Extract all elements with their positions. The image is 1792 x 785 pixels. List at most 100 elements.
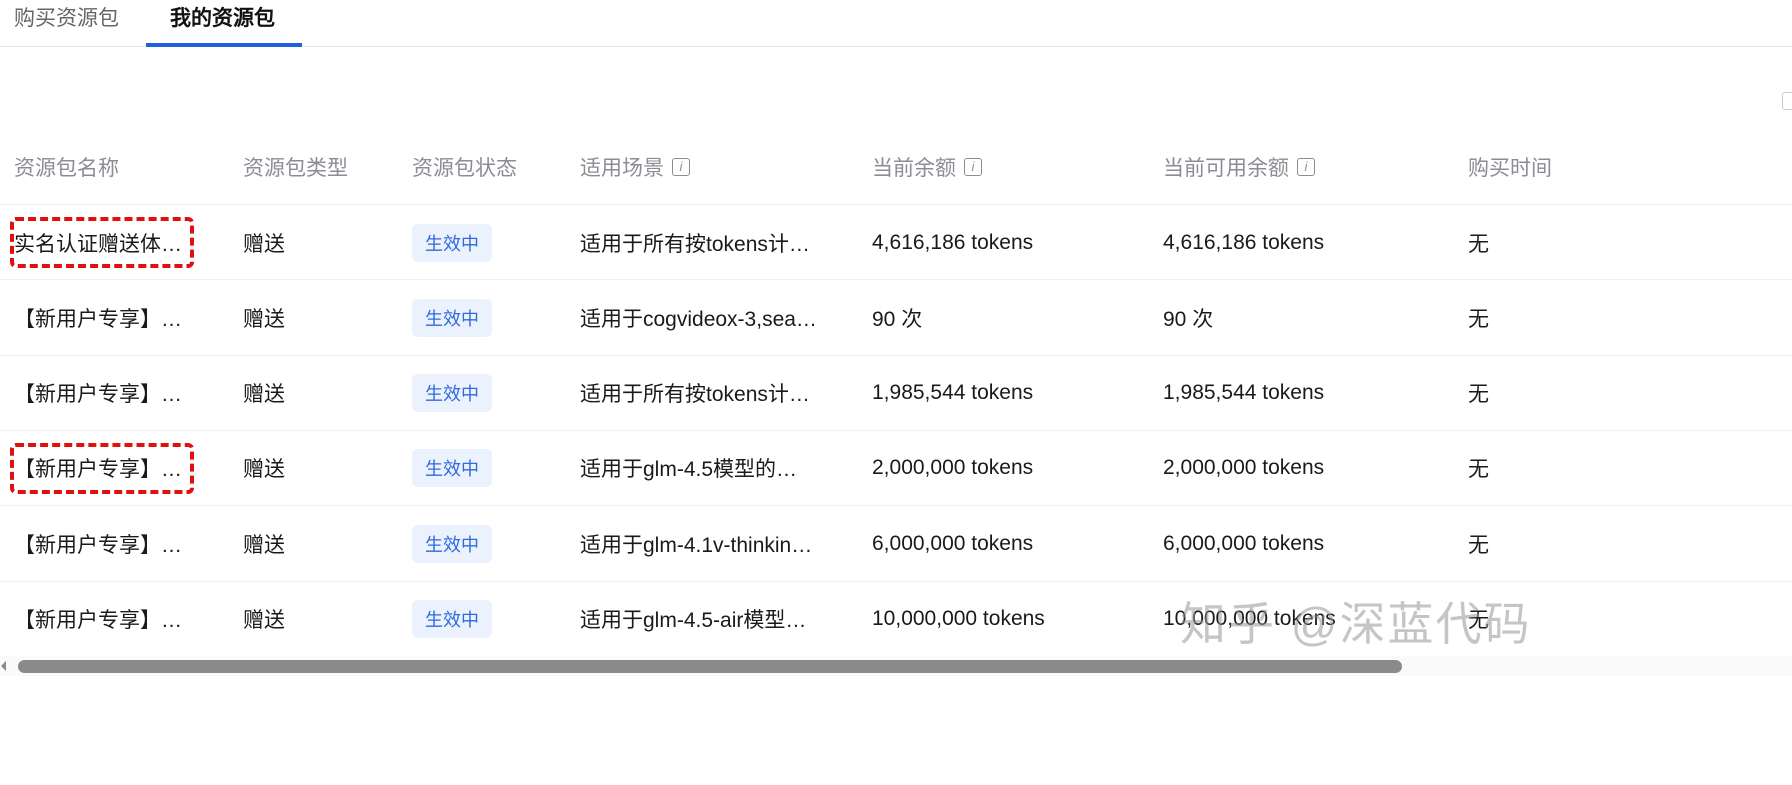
tab-my-packages[interactable]: 我的资源包	[170, 2, 275, 32]
cell-available: 2,000,000 tokens	[1163, 431, 1443, 506]
cell-time: 无	[1468, 506, 1568, 581]
scene-text: 适用于cogvideox-3,sea…	[580, 307, 817, 331]
status-badge: 生效中	[412, 223, 492, 262]
balance-text: 4,616,186 tokens	[872, 230, 1034, 254]
cell-scene: 适用于glm-4.5-air模型…	[580, 582, 850, 657]
info-icon[interactable]: i	[1297, 158, 1315, 176]
tab-buy-packages[interactable]: 购买资源包	[14, 2, 119, 32]
time-text: 无	[1468, 383, 1489, 407]
scene-text: 适用于所有按tokens计…	[580, 232, 810, 256]
type-text: 赠送	[243, 232, 285, 256]
balance-text: 6,000,000 tokens	[872, 531, 1034, 555]
cell-scene: 适用于所有按tokens计…	[580, 205, 850, 280]
cell-type: 赠送	[243, 356, 393, 431]
time-text: 无	[1468, 307, 1489, 331]
scene-text: 适用于所有按tokens计…	[580, 383, 810, 407]
table-row[interactable]: 【新用户专享】… 赠送 生效中 适用于glm-4.1v-thinkin… 6,000,0…	[0, 505, 1792, 580]
table-row[interactable]: 【新用户专享】… 赠送 生效中 适用于cogvideox-3,sea… 90 次 90 次…	[0, 279, 1792, 354]
header-label: 购买时间	[1468, 157, 1552, 180]
header-scene: 适用场景 i	[580, 152, 690, 182]
cell-balance: 90 次	[872, 280, 1142, 355]
cell-available: 6,000,000 tokens	[1163, 506, 1443, 581]
table-row[interactable]: 【新用户专享】… 赠送 生效中 适用于glm-4.5模型的… 2,000,000 tok…	[0, 429, 1792, 506]
cell-scene: 适用于glm-4.1v-thinkin…	[580, 506, 850, 581]
cell-type: 赠送	[243, 280, 393, 355]
status-badge: 生效中	[412, 524, 492, 563]
cell-type: 赠送	[243, 205, 393, 280]
time-text: 无	[1468, 458, 1489, 482]
available-text: 1,985,544 tokens	[1163, 381, 1325, 405]
cell-time: 无	[1468, 280, 1568, 355]
name-text: 【新用户专享】…	[14, 383, 182, 407]
scrollbar-thumb[interactable]	[18, 660, 1402, 673]
cell-scene: 适用于glm-4.5模型的…	[580, 431, 850, 506]
balance-text: 2,000,000 tokens	[872, 456, 1034, 480]
header-label: 当前余额	[872, 157, 956, 180]
header-available: 当前可用余额 i	[1163, 152, 1315, 182]
header-balance: 当前余额 i	[872, 152, 982, 182]
header-label: 适用场景	[580, 157, 664, 180]
available-text: 2,000,000 tokens	[1163, 456, 1325, 480]
info-icon[interactable]: i	[672, 158, 690, 176]
cell-type: 赠送	[243, 582, 393, 657]
cell-name: 【新用户专享】…	[14, 506, 189, 581]
cell-status: 生效中	[412, 280, 562, 355]
header-type: 资源包类型	[243, 152, 348, 182]
header-purchase-time: 购买时间	[1468, 152, 1552, 182]
horizontal-scrollbar[interactable]	[0, 656, 1792, 676]
table-row[interactable]: 实名认证赠送体… 赠送 生效中 适用于所有按tokens计… 4,616,186 tok…	[0, 204, 1792, 279]
balance-text: 1,985,544 tokens	[872, 381, 1034, 405]
cell-scene: 适用于所有按tokens计…	[580, 356, 850, 431]
active-tab-indicator	[146, 43, 302, 47]
cell-name: 【新用户专享】…	[14, 280, 189, 355]
scroll-left-icon[interactable]	[1, 661, 6, 671]
type-text: 赠送	[243, 609, 285, 632]
side-toggle[interactable]	[1782, 92, 1792, 110]
name-text: 【新用户专享】…	[14, 609, 182, 632]
status-badge: 生效中	[412, 449, 492, 488]
cell-status: 生效中	[412, 506, 562, 581]
cell-scene: 适用于cogvideox-3,sea…	[580, 280, 850, 355]
cell-type: 赠送	[243, 506, 393, 581]
scene-text: 适用于glm-4.1v-thinkin…	[580, 533, 813, 557]
cell-time: 无	[1468, 205, 1568, 280]
status-badge: 生效中	[412, 298, 492, 337]
status-badge: 生效中	[412, 374, 492, 413]
table-row[interactable]: 【新用户专享】… 赠送 生效中 适用于所有按tokens计… 1,985,544 tok…	[0, 354, 1792, 431]
info-icon[interactable]: i	[964, 158, 982, 176]
watermark: 知乎 @深蓝代码	[1180, 598, 1532, 650]
available-text: 4,616,186 tokens	[1163, 230, 1325, 254]
scene-text: 适用于glm-4.5模型的…	[580, 458, 798, 482]
header-name: 资源包名称	[14, 152, 119, 182]
cell-time: 无	[1468, 431, 1568, 506]
available-text: 6,000,000 tokens	[1163, 531, 1325, 555]
name-text: 【新用户专享】…	[14, 307, 182, 331]
name-text: 【新用户专享】…	[14, 533, 182, 557]
cell-balance: 2,000,000 tokens	[872, 431, 1142, 506]
cell-available: 1,985,544 tokens	[1163, 356, 1443, 431]
type-text: 赠送	[243, 307, 285, 331]
header-label: 资源包类型	[243, 157, 348, 180]
cell-name: 【新用户专享】…	[14, 582, 189, 657]
cell-balance: 1,985,544 tokens	[872, 356, 1142, 431]
cell-available: 4,616,186 tokens	[1163, 205, 1443, 280]
cell-balance: 10,000,000 tokens	[872, 582, 1142, 657]
cell-name: 【新用户专享】…	[14, 356, 189, 431]
cell-status: 生效中	[412, 205, 562, 280]
scene-text: 适用于glm-4.5-air模型…	[580, 609, 807, 632]
cell-balance: 4,616,186 tokens	[872, 205, 1142, 280]
cell-status: 生效中	[412, 582, 562, 657]
cell-status: 生效中	[412, 431, 562, 506]
cell-balance: 6,000,000 tokens	[872, 506, 1142, 581]
type-text: 赠送	[243, 458, 285, 482]
status-badge: 生效中	[412, 600, 492, 638]
cell-time: 无	[1468, 356, 1568, 431]
balance-text: 10,000,000 tokens	[872, 607, 1045, 630]
balance-text: 90 次	[872, 307, 923, 331]
cell-type: 赠送	[243, 431, 393, 506]
type-text: 赠送	[243, 533, 285, 557]
type-text: 赠送	[243, 383, 285, 407]
cell-status: 生效中	[412, 356, 562, 431]
header-status: 资源包状态	[412, 152, 517, 182]
header-label: 资源包状态	[412, 157, 517, 180]
